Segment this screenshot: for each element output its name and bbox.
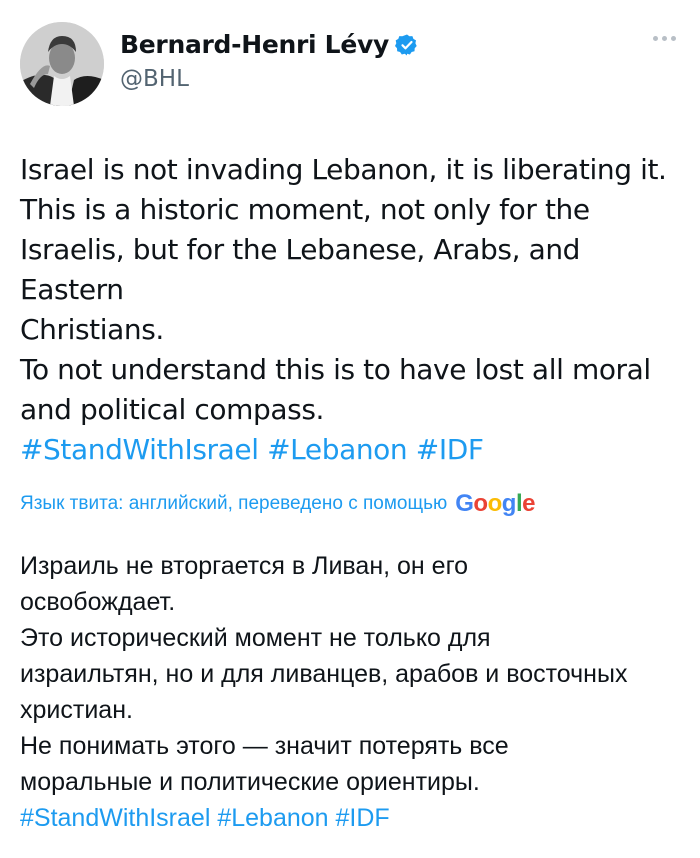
- translation-line: христиан.: [20, 696, 133, 724]
- hashtag-link[interactable]: #IDF: [416, 433, 484, 466]
- translation-hashtags: #StandWithIsrael #Lebanon #IDF: [20, 800, 690, 836]
- tweet-line: This is a historic moment, not only for …: [20, 193, 590, 226]
- tweet-line: To not understand this is to have lost a…: [20, 353, 651, 386]
- avatar-photo: [20, 22, 104, 106]
- translated-text: Израиль не вторгается в Ливан, он его ос…: [20, 548, 690, 836]
- hashtag-link[interactable]: #Lebanon: [217, 804, 328, 832]
- author-handle[interactable]: @BHL: [120, 66, 189, 92]
- tweet-line: Israelis, but for the Lebanese, Arabs, a…: [20, 233, 581, 306]
- hashtag-link[interactable]: #StandWithIsrael: [20, 804, 210, 832]
- translation-notice-text: Язык твита: английский, переведено с пом…: [20, 493, 448, 514]
- translation-line: моральные и политические ориентиры.: [20, 768, 480, 796]
- dot: [662, 36, 667, 41]
- tweet-line: and political compass.: [20, 393, 325, 426]
- translation-notice[interactable]: Язык твита: английский, переведено с пом…: [20, 490, 535, 518]
- translation-line: израильтян, но и для ливанцев, арабов и …: [20, 660, 628, 688]
- tweet-hashtags: #StandWithIsrael #Lebanon #IDF: [20, 430, 690, 470]
- more-options-icon[interactable]: [653, 36, 676, 41]
- dot: [653, 36, 658, 41]
- tweet-line: Israel is not invading Lebanon, it is li…: [20, 153, 667, 186]
- hashtag-link[interactable]: #StandWithIsrael: [20, 433, 259, 466]
- tweet-line: Christians.: [20, 313, 164, 346]
- translation-line: Израиль не вторгается в Ливан, он его: [20, 552, 469, 580]
- hashtag-link[interactable]: #IDF: [336, 804, 390, 832]
- google-logo: Google: [455, 490, 535, 517]
- tweet-text: Israel is not invading Lebanon, it is li…: [20, 150, 690, 470]
- author-name[interactable]: Bernard-Henri Lévy: [120, 30, 389, 59]
- translation-line: освобождает.: [20, 588, 176, 616]
- verified-badge-icon: [394, 34, 417, 55]
- dot: [671, 36, 676, 41]
- hashtag-link[interactable]: #Lebanon: [267, 433, 408, 466]
- translation-line: Не понимать этого — значит потерять все: [20, 732, 509, 760]
- translation-line: Это исторический момент не только для: [20, 624, 491, 652]
- author-row[interactable]: Bernard-Henri Lévy: [120, 30, 419, 59]
- avatar[interactable]: [20, 22, 104, 106]
